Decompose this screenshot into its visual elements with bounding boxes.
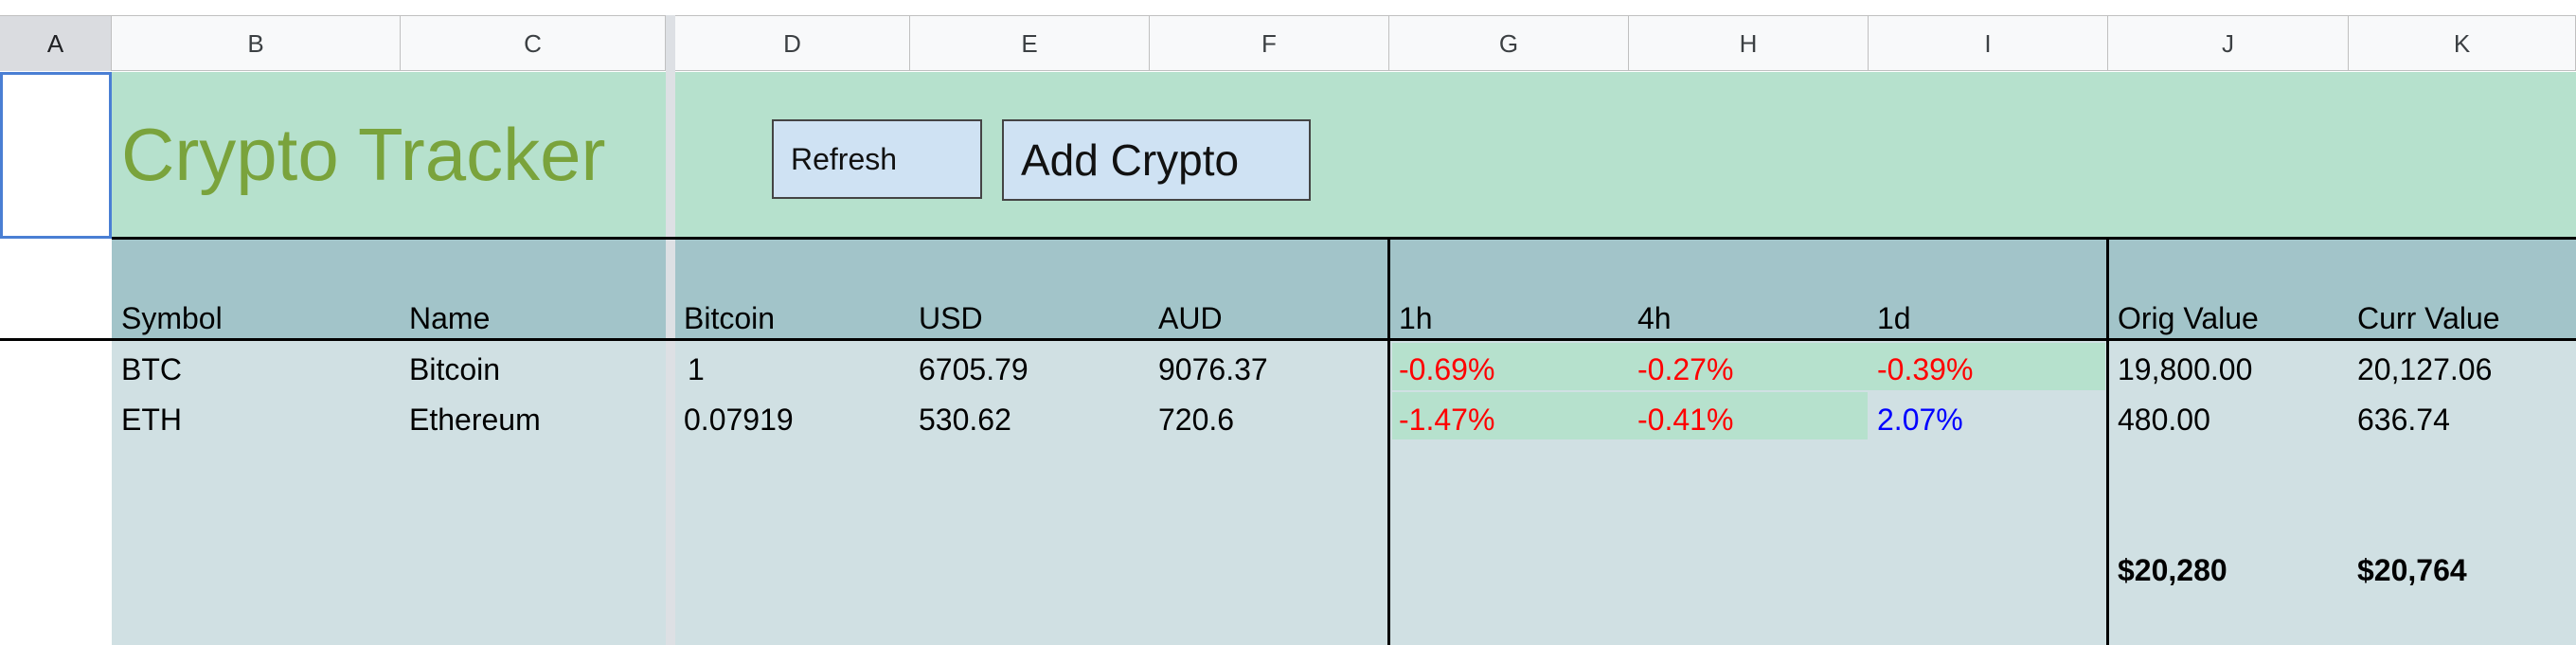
row2-1d[interactable]: 2.07%	[1877, 401, 1963, 439]
row2-4h[interactable]: -0.41%	[1637, 401, 1733, 439]
row1-bitcoin[interactable]: 1	[688, 350, 705, 388]
column-header-c[interactable]: C	[401, 16, 666, 71]
row2-name[interactable]: Ethereum	[409, 401, 541, 439]
header-bottom-border	[0, 338, 2576, 341]
header-usd: USD	[919, 301, 983, 335]
row1-name[interactable]: Bitcoin	[409, 350, 500, 388]
row2-1h[interactable]: -1.47%	[1399, 401, 1494, 439]
column-header-h[interactable]: H	[1629, 16, 1869, 71]
row2-orig-value[interactable]: 480.00	[2118, 401, 2210, 439]
row1-4h[interactable]: -0.27%	[1637, 350, 1733, 388]
title-bottom-border	[112, 237, 2576, 240]
add-crypto-button[interactable]: Add Crypto	[1002, 119, 1311, 201]
row1-aud[interactable]: 9076.37	[1158, 350, 1268, 388]
column-header-d[interactable]: D	[675, 16, 910, 71]
row1-usd[interactable]: 6705.79	[919, 350, 1029, 388]
selected-cell-a2[interactable]	[0, 72, 112, 239]
column-header-i[interactable]: I	[1869, 16, 2108, 71]
row2-aud[interactable]: 720.6	[1158, 401, 1234, 439]
row1-orig-value[interactable]: 19,800.00	[2118, 350, 2252, 388]
column-header-j[interactable]: J	[2108, 16, 2349, 71]
row1-symbol[interactable]: BTC	[121, 350, 182, 388]
total-curr-value[interactable]: $20,764	[2357, 551, 2467, 589]
header-aud: AUD	[1158, 301, 1223, 335]
row1-change-highlight	[1392, 343, 2105, 390]
column-header-k[interactable]: K	[2349, 16, 2576, 71]
refresh-button[interactable]: Refresh	[772, 119, 982, 199]
column-header-g[interactable]: G	[1389, 16, 1629, 71]
header-orig-value: Orig Value	[2118, 301, 2259, 335]
column-header-f[interactable]: F	[1150, 16, 1389, 71]
column-header-b[interactable]: B	[112, 16, 401, 71]
page-title: Crypto Tracker	[121, 113, 606, 196]
header-name: Name	[409, 301, 491, 335]
row2-symbol[interactable]: ETH	[121, 401, 182, 439]
row2-curr-value[interactable]: 636.74	[2357, 401, 2450, 439]
column-header-bar: A B C D E F G H I J K	[0, 15, 2576, 71]
header-curr-value: Curr Value	[2357, 301, 2500, 335]
header-1h: 1h	[1399, 301, 1433, 335]
change-left-border	[1387, 239, 1390, 645]
header-bitcoin: Bitcoin	[684, 301, 776, 335]
header-symbol: Symbol	[121, 301, 223, 335]
header-1d: 1d	[1877, 301, 1911, 335]
value-left-border	[2106, 239, 2109, 645]
row1-1d[interactable]: -0.39%	[1877, 350, 1973, 388]
total-orig-value[interactable]: $20,280	[2118, 551, 2227, 589]
column-header-e[interactable]: E	[910, 16, 1150, 71]
row2-bitcoin[interactable]: 0.07919	[684, 401, 794, 439]
row2-usd[interactable]: 530.62	[919, 401, 1011, 439]
header-4h: 4h	[1637, 301, 1672, 335]
row1-curr-value[interactable]: 20,127.06	[2357, 350, 2492, 388]
column-header-a[interactable]: A	[0, 16, 112, 71]
freeze-pane-divider[interactable]	[666, 15, 675, 645]
row1-1h[interactable]: -0.69%	[1399, 350, 1494, 388]
